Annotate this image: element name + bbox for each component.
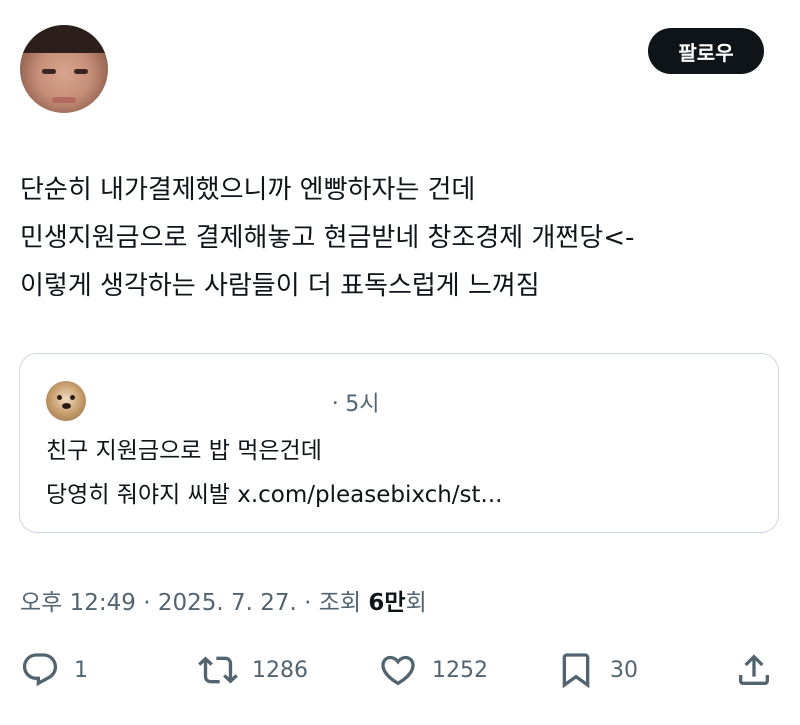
- quoted-author-avatar[interactable]: [46, 381, 86, 421]
- reply-count: 1: [74, 657, 88, 683]
- quoted-text: 친구 지원금으로 밥 먹은건데 당영히 줘야지 씨발 x.com/pleaseb…: [46, 429, 502, 517]
- tweet-meta: 오후 12:49 · 2025. 7. 27. · 조회 6만회: [20, 583, 427, 617]
- author-avatar[interactable]: [20, 25, 108, 113]
- like-button[interactable]: 1252: [378, 645, 488, 695]
- bookmark-count: 30: [610, 657, 638, 683]
- quoted-line: 당영히 줘야지 씨발 x.com/pleasebixch/st...: [46, 482, 503, 508]
- like-icon: [381, 655, 415, 686]
- quoted-tweet-card[interactable]: ㆍ5시 친구 지원금으로 밥 먹은건데 당영히 줘야지 씨발 x.com/ple…: [19, 353, 779, 533]
- quoted-timestamp[interactable]: ㆍ5시: [325, 386, 379, 418]
- view-suffix: 회: [405, 590, 427, 616]
- avatar-eye-right: [74, 69, 88, 74]
- view-count: 6만: [368, 590, 406, 616]
- bookmark-button[interactable]: 30: [556, 645, 638, 695]
- avatar-lips: [52, 97, 76, 103]
- tweet-text: 단순히 내가결제했으니까 엔빵하자는 건데 민생지원금으로 결제해놓고 현금받네…: [20, 166, 790, 310]
- timestamp-date[interactable]: 오후 12:49 · 2025. 7. 27. · 조회: [20, 590, 368, 616]
- dog-eye-right: [70, 395, 75, 400]
- tweet-line: 이렇게 생각하는 사람들이 더 표독스럽게 느껴짐: [20, 271, 540, 301]
- quoted-line: 친구 지원금으로 밥 먹은건데: [46, 438, 322, 464]
- share-button[interactable]: [734, 645, 774, 695]
- retweet-icon: [198, 656, 238, 684]
- tweet-line: 단순히 내가결제했으니까 엔빵하자는 건데: [20, 175, 476, 205]
- retweet-button[interactable]: 1286: [198, 645, 308, 695]
- reply-icon: [22, 653, 58, 687]
- avatar-eye-left: [42, 69, 56, 74]
- reply-button[interactable]: 1: [20, 645, 88, 695]
- dog-eye-left: [57, 395, 62, 400]
- share-icon: [739, 654, 769, 685]
- dog-nose: [62, 403, 71, 409]
- follow-button[interactable]: 팔로우: [648, 28, 764, 74]
- retweet-count: 1286: [252, 657, 308, 683]
- tweet-line: 민생지원금으로 결제해놓고 현금받네 창조경제 개쩐당<-: [20, 223, 635, 253]
- bookmark-icon: [562, 653, 590, 689]
- like-count: 1252: [432, 657, 488, 683]
- action-bar: 1 1286 1252 30: [0, 645, 800, 695]
- avatar-hair: [20, 25, 108, 53]
